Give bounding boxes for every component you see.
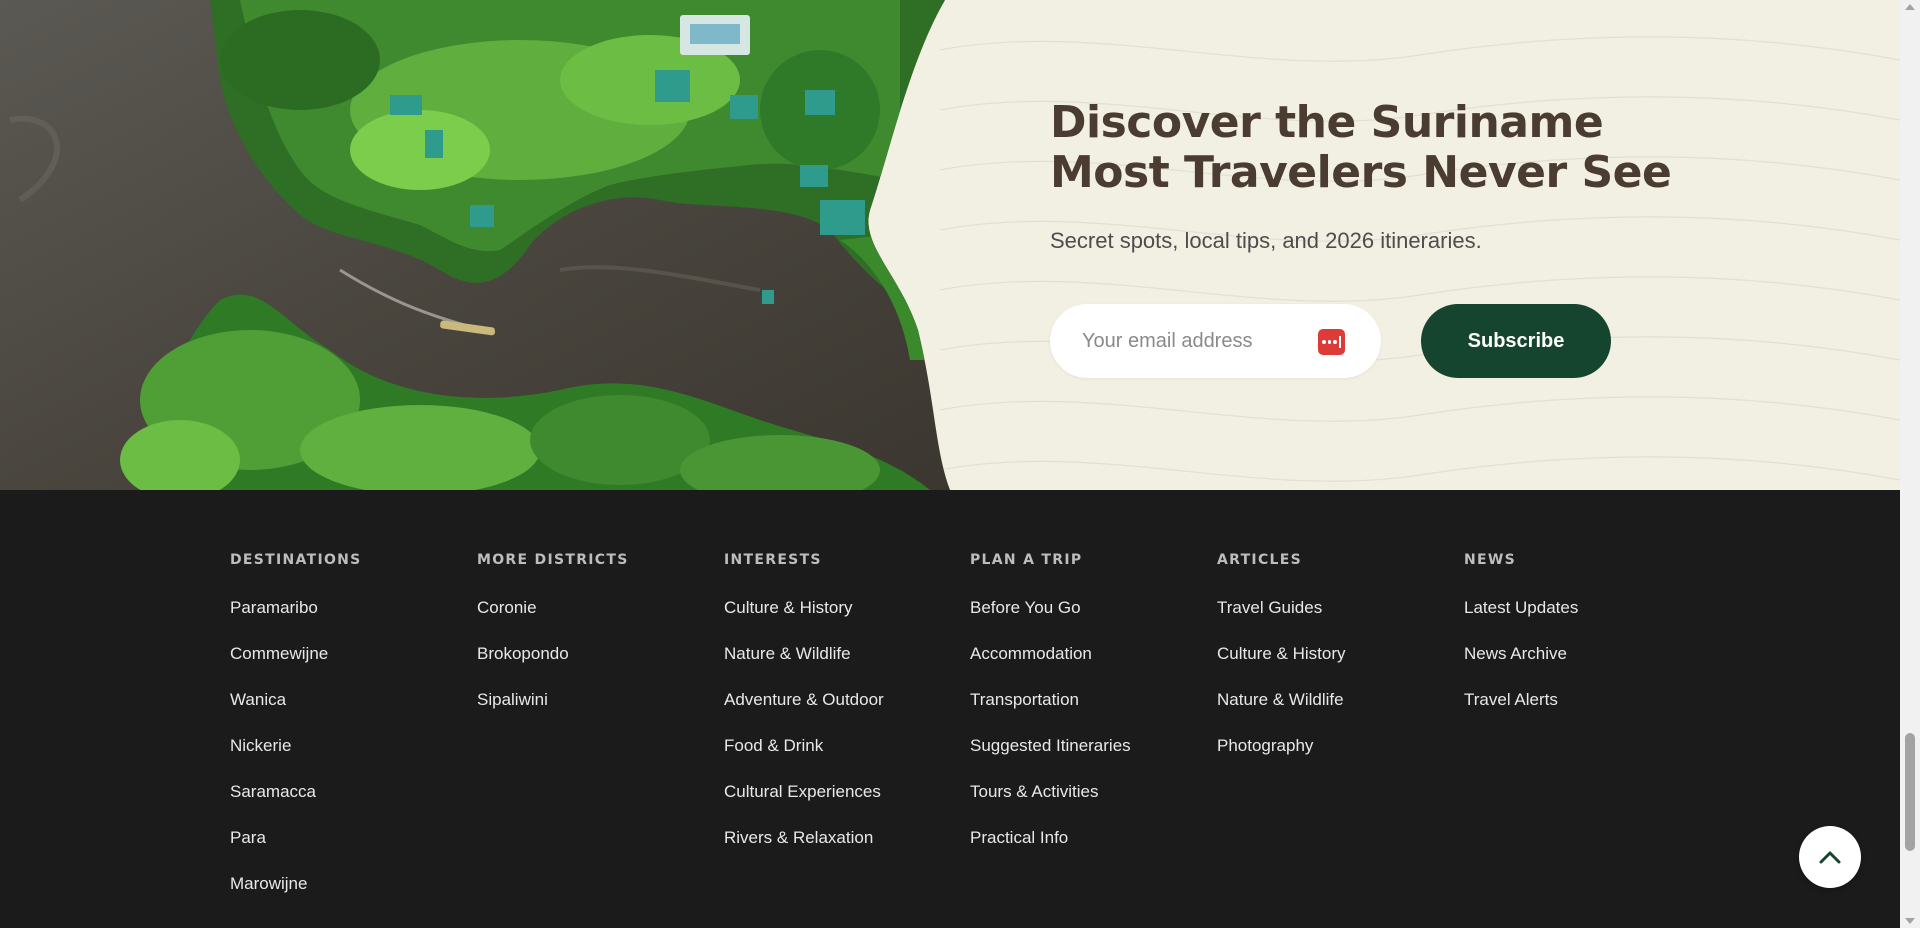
newsletter-section: Discover the Suriname Most Travelers Nev… [0,0,1900,490]
footer-column-title: DESTINATIONS [230,552,362,568]
list-item: Nature & Wildlife [1217,690,1447,736]
list-item: Practical Info [970,828,1200,874]
footer-link-articles-nature-wildlife[interactable]: Nature & Wildlife [1217,690,1344,709]
footer-link-nature-wildlife[interactable]: Nature & Wildlife [724,644,851,663]
newsletter-title-line1: Discover the Suriname [1050,97,1604,148]
footer-link-list: Culture & History Nature & Wildlife Adve… [724,598,954,874]
password-cursor-bar [1339,336,1342,348]
footer-link-photography[interactable]: Photography [1217,736,1313,755]
password-manager-icon[interactable] [1318,329,1345,355]
scrollbar-thumb[interactable] [1905,733,1915,851]
list-item: Nickerie [230,736,460,782]
footer-link-culture-history[interactable]: Culture & History [724,598,852,617]
list-item: Wanica [230,690,460,736]
list-item: Suggested Itineraries [970,736,1200,782]
footer-link-list: Before You Go Accommodation Transportati… [970,598,1200,874]
footer-link-before-you-go[interactable]: Before You Go [970,598,1081,617]
list-item: Paramaribo [230,598,460,644]
list-item: News Archive [1464,644,1694,690]
subscribe-button[interactable]: Subscribe [1421,304,1611,378]
footer-column-plan-a-trip: PLAN A TRIP Before You Go Accommodation … [970,552,1200,874]
footer-link-tours-activities[interactable]: Tours & Activities [970,782,1099,801]
footer-link-accommodation[interactable]: Accommodation [970,644,1092,663]
footer-link-list: Latest Updates News Archive Travel Alert… [1464,598,1694,736]
list-item: Coronie [477,598,707,644]
footer-link-para[interactable]: Para [230,828,266,847]
list-item: Transportation [970,690,1200,736]
footer-link-cultural-experiences[interactable]: Cultural Experiences [724,782,881,801]
list-item: Saramacca [230,782,460,828]
list-item: Marowijne [230,874,460,920]
footer-link-news-archive[interactable]: News Archive [1464,644,1567,663]
footer-link-list: Paramaribo Commewijne Wanica Nickerie Sa… [230,598,460,920]
password-dot [1322,340,1326,344]
footer-link-paramaribo[interactable]: Paramaribo [230,598,318,617]
list-item: Commewijne [230,644,460,690]
footer-link-sipaliwini[interactable]: Sipaliwini [477,690,548,709]
list-item: Adventure & Outdoor [724,690,954,736]
footer-column-news: NEWS Latest Updates News Archive Travel … [1464,552,1694,736]
footer-link-adventure-outdoor[interactable]: Adventure & Outdoor [724,690,884,709]
footer-link-articles-culture-history[interactable]: Culture & History [1217,644,1345,663]
footer-link-saramacca[interactable]: Saramacca [230,782,316,801]
list-item: Latest Updates [1464,598,1694,644]
footer-column-interests: INTERESTS Culture & History Nature & Wil… [724,552,954,874]
footer-link-coronie[interactable]: Coronie [477,598,537,617]
list-item: Before You Go [970,598,1200,644]
page-scrollbar[interactable] [1900,0,1920,928]
footer-column-title: INTERESTS [724,552,822,568]
footer-column-articles: ARTICLES Travel Guides Culture & History… [1217,552,1447,782]
footer-link-marowijne[interactable]: Marowijne [230,874,307,893]
list-item: Para [230,828,460,874]
newsletter-title-line2: Most Travelers Never See [1050,147,1672,198]
email-field[interactable] [1082,326,1312,356]
footer-column-more-districts: MORE DISTRICTS Coronie Brokopondo Sipali… [477,552,707,736]
list-item: Travel Guides [1217,598,1447,644]
newsletter-title: Discover the Suriname Most Travelers Nev… [1050,98,1750,198]
site-footer: DESTINATIONS Paramaribo Commewijne Wanic… [0,490,1900,928]
password-dot [1333,340,1338,344]
footer-link-commewijne[interactable]: Commewijne [230,644,328,663]
footer-link-food-drink[interactable]: Food & Drink [724,736,823,755]
newsletter-content: Discover the Suriname Most Travelers Nev… [1050,98,1750,254]
email-field-wrapper [1050,304,1381,378]
footer-link-list: Coronie Brokopondo Sipaliwini [477,598,707,736]
footer-link-suggested-itineraries[interactable]: Suggested Itineraries [970,736,1131,755]
list-item: Nature & Wildlife [724,644,954,690]
footer-column-title: NEWS [1464,552,1517,568]
back-to-top-button[interactable] [1799,826,1861,888]
footer-link-nickerie[interactable]: Nickerie [230,736,291,755]
footer-column-title: PLAN A TRIP [970,552,1083,568]
footer-column-title: MORE DISTRICTS [477,552,629,568]
hero-photo [0,0,950,490]
list-item: Tours & Activities [970,782,1200,828]
list-item: Culture & History [1217,644,1447,690]
list-item: Culture & History [724,598,954,644]
list-item: Travel Alerts [1464,690,1694,736]
list-item: Food & Drink [724,736,954,782]
list-item: Sipaliwini [477,690,707,736]
newsletter-subtitle: Secret spots, local tips, and 2026 itine… [1050,228,1482,253]
footer-link-wanica[interactable]: Wanica [230,690,286,709]
scroll-down-arrow-icon[interactable] [1905,918,1915,924]
list-item: Brokopondo [477,644,707,690]
footer-link-practical-info[interactable]: Practical Info [970,828,1068,847]
list-item: Accommodation [970,644,1200,690]
footer-column-title: ARTICLES [1217,552,1302,568]
list-item: Photography [1217,736,1447,782]
password-dot [1327,340,1332,344]
chevron-up-icon [1819,851,1841,864]
footer-link-list: Travel Guides Culture & History Nature &… [1217,598,1447,782]
footer-link-transportation[interactable]: Transportation [970,690,1079,709]
footer-link-rivers-relaxation[interactable]: Rivers & Relaxation [724,828,873,847]
footer-link-travel-alerts[interactable]: Travel Alerts [1464,690,1558,709]
scroll-up-arrow-icon[interactable] [1905,4,1915,10]
list-item: Rivers & Relaxation [724,828,954,874]
list-item: Cultural Experiences [724,782,954,828]
footer-column-destinations: DESTINATIONS Paramaribo Commewijne Wanic… [230,552,460,920]
footer-link-brokopondo[interactable]: Brokopondo [477,644,569,663]
footer-link-latest-updates[interactable]: Latest Updates [1464,598,1578,617]
footer-link-travel-guides[interactable]: Travel Guides [1217,598,1322,617]
